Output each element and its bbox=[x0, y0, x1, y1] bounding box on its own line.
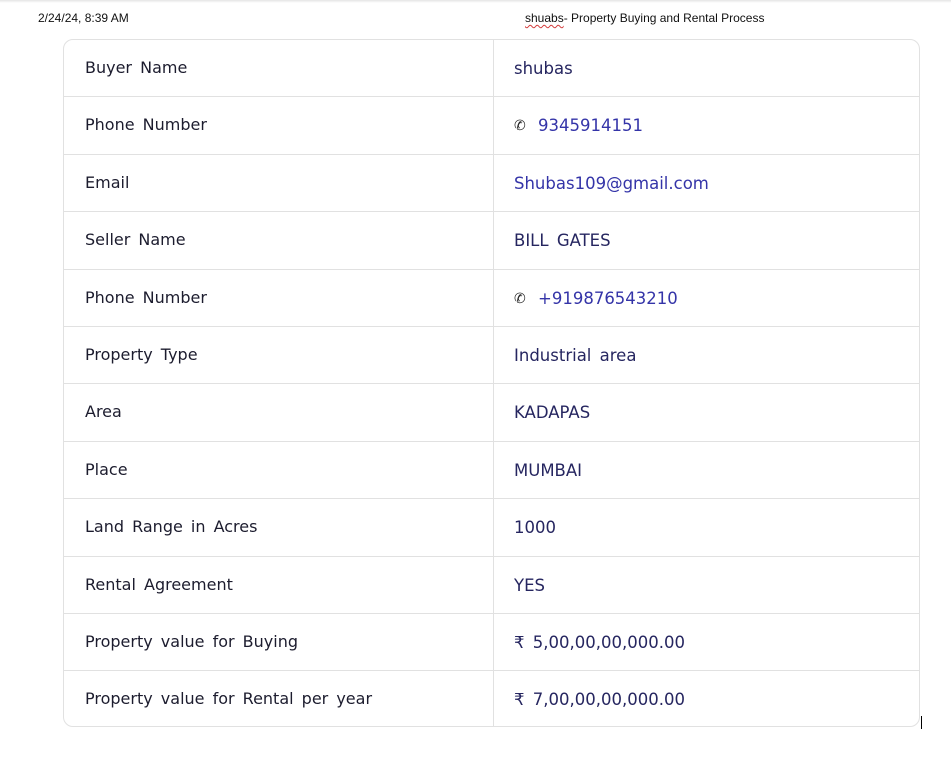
row-property-type: Property Type Industrial area bbox=[64, 326, 919, 385]
area-value: KADAPAS bbox=[514, 403, 591, 423]
print-date: 2/24/24, 8:39 AM bbox=[38, 11, 129, 25]
record-table: Buyer Name shubas Phone Number ✆ 93459141… bbox=[63, 39, 920, 727]
field-label: Property value for Buying bbox=[64, 613, 494, 671]
rental-value: ₹ 7,00,00,00,000.00 bbox=[514, 690, 685, 710]
row-rental-value: Property value for Rental per year ₹ 7,0… bbox=[64, 671, 919, 726]
buying-value: ₹ 5,00,00,00,000.00 bbox=[514, 632, 685, 652]
place-value: MUMBAI bbox=[514, 460, 583, 480]
buyer-phone-value[interactable]: ✆ 9345914151 bbox=[494, 97, 919, 153]
field-label: Land Range in Acres bbox=[64, 499, 494, 556]
row-rental-agreement: Rental Agreement YES bbox=[64, 556, 919, 614]
row-buyer-phone: Phone Number ✆ 9345914151 bbox=[64, 97, 919, 155]
seller-name-value: BILL GATES bbox=[514, 231, 611, 251]
print-title: shuabs- Property Buying and Rental Proce… bbox=[525, 11, 764, 25]
page-top-edge bbox=[0, 0, 951, 3]
rental-agreement-value: YES bbox=[514, 575, 545, 595]
row-seller-phone: Phone Number ✆ +919876543210 bbox=[64, 269, 919, 327]
property-type-value: Industrial area bbox=[514, 345, 637, 365]
row-seller-name: Seller Name BILL GATES bbox=[64, 212, 919, 270]
land-range-value: 1000 bbox=[514, 518, 556, 538]
print-title-rest: - Property Buying and Rental Process bbox=[563, 11, 765, 25]
field-label: Area bbox=[64, 384, 494, 441]
row-place: Place MUMBAI bbox=[64, 441, 919, 500]
row-buyer-name: Buyer Name shubas bbox=[64, 40, 919, 98]
buyer-name-value: shubas bbox=[514, 59, 573, 78]
field-label: Phone Number bbox=[64, 97, 494, 154]
field-label: Property value for Rental per year bbox=[64, 671, 494, 726]
row-area: Area KADAPAS bbox=[64, 384, 919, 442]
phone-icon: ✆ bbox=[514, 118, 526, 135]
field-label: Property Type bbox=[64, 326, 494, 384]
buyer-phone-link[interactable]: 9345914151 bbox=[538, 116, 643, 135]
field-label: Phone Number bbox=[64, 269, 494, 326]
seller-phone-value[interactable]: ✆ +919876543210 bbox=[494, 270, 919, 326]
row-land-range: Land Range in Acres 1000 bbox=[64, 499, 919, 557]
field-label: Place bbox=[64, 441, 494, 499]
print-title-prefix: shuabs bbox=[525, 11, 564, 25]
row-email: Email Shubas109@gmail.com bbox=[64, 154, 919, 213]
field-label: Rental Agreement bbox=[64, 556, 494, 613]
field-label: Buyer Name bbox=[64, 40, 494, 97]
field-label: Email bbox=[64, 154, 494, 212]
email-link[interactable]: Shubas109@gmail.com bbox=[494, 155, 919, 211]
text-cursor bbox=[921, 716, 922, 729]
phone-icon: ✆ bbox=[514, 290, 526, 307]
row-buying-value: Property value for Buying ₹ 5,00,00,00,0… bbox=[64, 613, 919, 672]
seller-phone-link[interactable]: +919876543210 bbox=[538, 289, 678, 308]
field-label: Seller Name bbox=[64, 212, 494, 269]
